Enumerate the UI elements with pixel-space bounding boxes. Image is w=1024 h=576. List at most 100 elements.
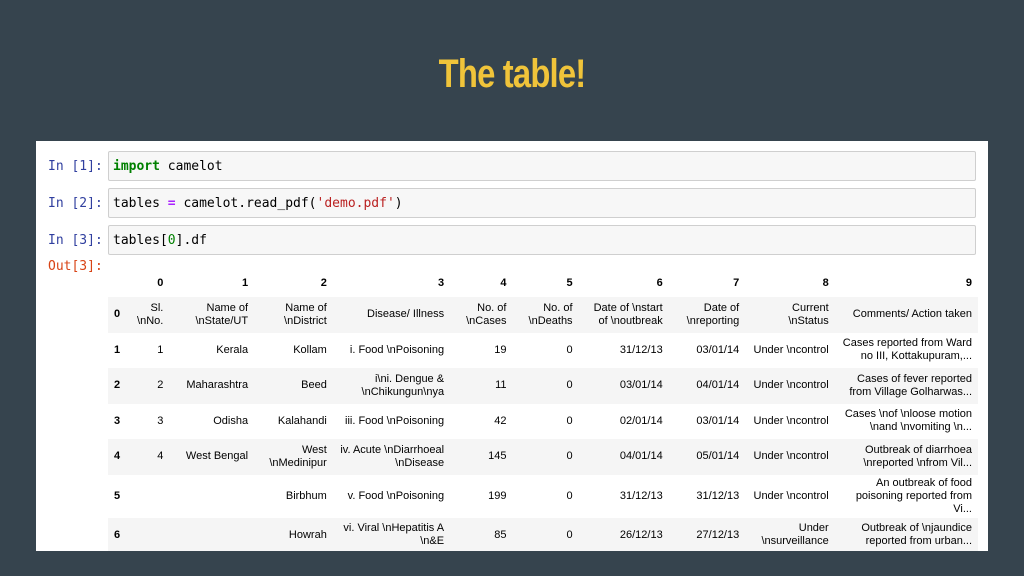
table-cell: Name of \nDistrict [284,301,327,327]
column-header: 6 [656,276,663,289]
notebook-cell-1[interactable]: In [1]: import camelot [36,151,988,183]
code-input[interactable]: tables[0].df [108,225,976,255]
table-cell: Cases \nof \nloose motion \nand \nvomiti… [844,408,972,434]
column-header: 3 [437,276,445,289]
table-row: 5 Birbhum v. Food \nPoisoning 199 0 31/12/13 3… [108,475,978,518]
table-cell: Howrah [288,528,327,541]
table-cell: 1 [157,343,164,356]
table-cell: 03/01/14 [696,343,740,356]
table-cell: Under \ncontrol [753,450,829,463]
table-cell: Cases reported from Ward no III, Kottaku… [842,337,972,363]
table-cell: 42 [494,414,507,427]
table-cell: iii. Food \nPoisoning [345,414,445,427]
table-cell: Under \ncontrol [753,343,829,356]
code-token: tables [113,196,168,211]
table-cell: 0 [566,528,573,541]
column-header [108,269,126,297]
table-cell: 0 [566,450,573,463]
table-cell: 85 [494,528,507,541]
code-token: camelot [159,159,223,174]
table-cell: vi. Viral \nHepatitis A \n&E [343,522,445,548]
table-cell: Kalahandi [277,414,327,427]
table-cell: Date of \nstart of \noutbreak [593,301,663,327]
table-cell: 03/01/14 [696,414,740,427]
row-index: 1 [114,343,121,356]
table-row: 4 4 West Bengal West \nMedinipur iv. Acute \… [108,439,978,475]
table-cell: Odisha [213,414,249,427]
table-cell: Birbhum [285,489,327,502]
table-cell: Outbreak of \njaundice reported from urb… [861,522,972,548]
code-input[interactable]: import camelot [108,151,976,181]
table-cell: No. of \nCases [466,301,507,327]
table-cell: 02/01/14 [619,414,663,427]
column-header: 0 [157,276,164,289]
code-token: ].df [175,233,207,248]
table-cell: Outbreak of diarrhoea \nreported \nfrom … [863,443,972,469]
table-row: 1 1 Kerala Kollam i. Food \nPoisoning 19 0 31/1… [108,333,978,369]
table-cell: 3 [157,414,164,427]
table-row: 3 3 Odisha Kalahandi iii. Food \nPoisoning 42… [108,404,978,440]
notebook-cell-2[interactable]: In [2]: tables = camelot.read_pdf('demo.… [36,188,988,220]
column-header: 4 [500,276,507,289]
table-cell: 199 [488,489,507,502]
code-token: 'demo.pdf' [316,196,395,211]
table-cell: West Bengal [185,450,249,463]
column-header: 9 [965,276,972,289]
table-cell: 03/01/14 [619,379,663,392]
cell-prompt: In [3]: [48,233,103,248]
table-row: 2 2 Maharashtra Beed i\ni. Dengue & \nChikun… [108,368,978,404]
row-index: 2 [114,379,121,392]
table-cell: 0 [566,414,573,427]
table-cell: 0 [566,379,573,392]
cell-prompt: In [1]: [48,159,103,174]
table-cell: Kollam [293,343,327,356]
column-header: 5 [566,276,573,289]
code-token: camelot.read_pdf( [175,196,317,211]
table-cell [169,518,254,552]
table-cell: 0 [566,489,573,502]
row-index: 5 [114,489,121,502]
table-cell: Beed [301,379,327,392]
table-cell: Under \ncontrol [753,414,829,427]
table-cell: Under \ncontrol [753,379,829,392]
row-index: 3 [114,414,121,427]
table-cell: Cases of fever reported from Village Gol… [849,372,972,398]
table-cell [169,475,254,518]
table-row: 6 Howrah vi. Viral \nHepatitis A \n&E 85 0 26… [108,517,978,552]
code-token: ) [394,196,403,211]
table-cell: 19 [494,343,507,356]
table-cell: Sl. \nNo. [137,301,164,327]
output-prompt: Out[3]: [48,259,103,274]
table-cell: Current \nStatus [788,301,829,327]
table-cell: 31/12/13 [696,489,740,502]
code-token: 0 [167,233,176,248]
table-cell: i\ni. Dengue & \nChikungun\nya [361,372,445,398]
table-cell: 04/01/14 [696,379,740,392]
slide-title: The table! [438,52,587,96]
code-token: tables[ [113,233,168,248]
table-cell: Date of \nreporting [686,301,740,327]
row-index: 0 [114,308,121,321]
table-cell: An outbreak of food poisoning reported f… [855,476,972,515]
dataframe-header-row: 0 1 2 3 4 5 6 7 8 9 [108,269,978,297]
column-header: 8 [822,276,829,289]
table-cell: 27/12/13 [696,528,740,541]
code-token: import [113,159,160,174]
table-row: 0 Sl. \nNo. Name of \nState/UT Name of \nDi… [108,297,978,333]
notebook-cell-3[interactable]: In [3]: tables[0].df [36,225,988,257]
table-cell: 04/01/14 [619,450,663,463]
table-cell: 31/12/13 [619,489,663,502]
table-cell: Under \nsurveillance [761,522,829,548]
table-cell: i. Food \nPoisoning [349,343,445,356]
table-cell: iv. Acute \nDiarrhoeal \nDisease [340,443,445,469]
table-cell: Maharashtra [186,379,249,392]
table-cell: Comments/ Action taken [852,308,972,321]
notebook-screenshot: In [1]: import camelot In [2]: tables = … [36,141,988,551]
cell-prompt: In [2]: [48,196,103,211]
table-cell: v. Food \nPoisoning [347,489,445,502]
code-input[interactable]: tables = camelot.read_pdf('demo.pdf') [108,188,976,218]
table-cell: 0 [566,343,573,356]
dataframe-output: 0 1 2 3 4 5 6 7 8 9 0 Sl. \nNo. Name of \nState/UT N… [108,269,978,551]
table-cell: 2 [157,379,164,392]
column-header: 7 [733,276,740,289]
